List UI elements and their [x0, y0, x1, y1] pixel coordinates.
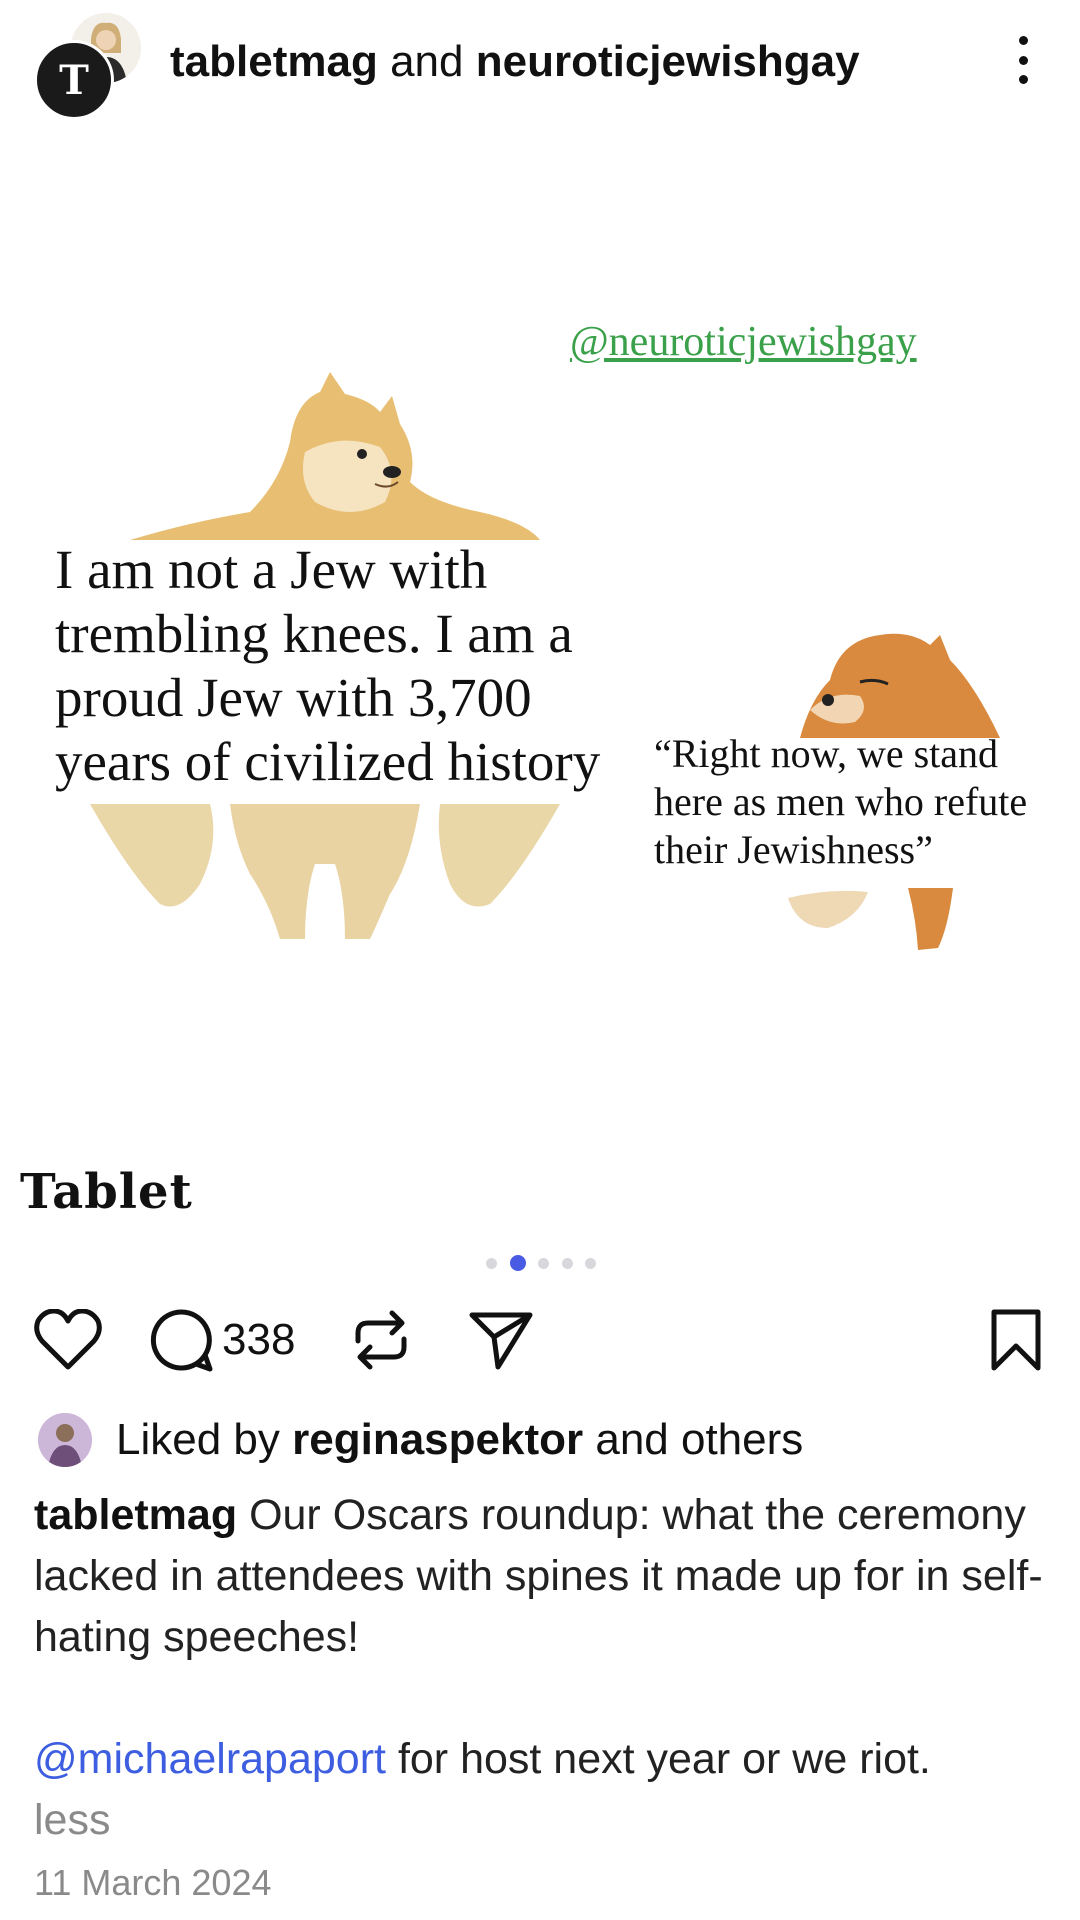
caption-author[interactable]: tabletmag [34, 1491, 237, 1539]
repost-button[interactable] [352, 1300, 410, 1380]
post-date: 11 March 2024 [34, 1862, 272, 1903]
liker-avatar[interactable] [38, 1413, 92, 1467]
carousel-dot-active [509, 1255, 526, 1271]
heart-icon [34, 1309, 102, 1370]
cheems-legs-illustration [788, 888, 953, 950]
save-button[interactable] [988, 1300, 1044, 1380]
post-image[interactable]: @neuroticjewishgay I am not a Jew with t… [0, 140, 1080, 1230]
comment-count: 338 [222, 1315, 296, 1364]
post-authors: tabletmag and neuroticjewishgay [170, 34, 860, 90]
image-watermark: @neuroticjewishgay [570, 319, 917, 365]
liked-by-suffix[interactable]: and others [595, 1415, 803, 1465]
buff-doge-legs-illustration [90, 804, 560, 939]
cheems-head-illustration [800, 633, 1000, 738]
avatar-stack[interactable]: T [34, 10, 144, 120]
author-connector: and [390, 37, 464, 86]
post-caption: tabletmag Our Oscars roundup: what the c… [34, 1485, 1044, 1851]
like-button[interactable] [34, 1300, 102, 1380]
carousel-indicator [486, 1255, 596, 1271]
repost-icon [355, 1310, 407, 1370]
carousel-dot [561, 1257, 573, 1269]
liked-by[interactable]: Liked by reginaspektor and others [38, 1412, 803, 1468]
caption-mention[interactable]: @michaelrapaport [34, 1735, 386, 1783]
liked-by-prefix: Liked by [116, 1415, 280, 1464]
author-primary[interactable]: tabletmag [170, 37, 378, 86]
caption-less-toggle[interactable]: less [34, 1796, 110, 1844]
share-button[interactable] [468, 1300, 534, 1380]
comment-button[interactable]: 338 [148, 1300, 295, 1380]
carousel-dot [585, 1257, 596, 1269]
more-options-icon[interactable] [1008, 30, 1038, 90]
meme-right-text: “Right now, we stand here as men who ref… [654, 731, 1028, 872]
author-secondary[interactable]: neuroticjewishgay [476, 37, 860, 86]
carousel-dot [486, 1257, 497, 1269]
avatar-tabletmag[interactable]: T [34, 40, 114, 120]
send-icon [469, 1312, 533, 1370]
post-header: T tabletmag and neuroticjewishgay [0, 0, 1080, 130]
buff-doge-head-illustration [130, 372, 540, 540]
carousel-dot [538, 1257, 549, 1269]
bookmark-icon [991, 1309, 1041, 1371]
post-action-bar: 338 [0, 1300, 1080, 1390]
meme-left-text: I am not a Jew with trembling knees. I a… [55, 539, 601, 792]
liked-by-user[interactable]: reginaspektor [292, 1415, 583, 1465]
tablet-brand-logo: Tablet [20, 1164, 193, 1220]
comment-icon [150, 1309, 213, 1372]
caption-text-2: for host next year or we riot. [397, 1735, 931, 1783]
